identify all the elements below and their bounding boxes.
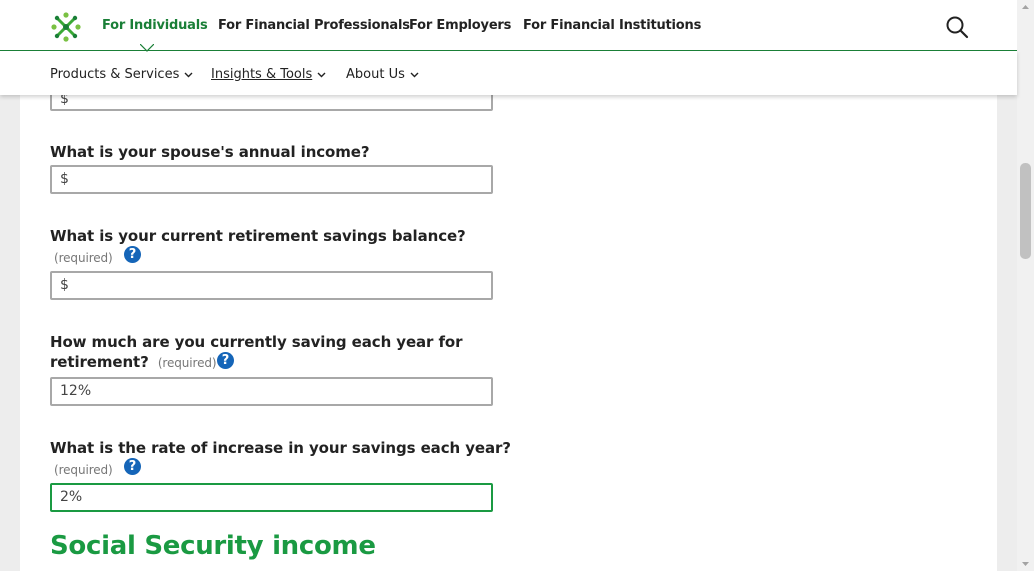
nav-for-financial-institutions[interactable]: For Financial Institutions bbox=[523, 18, 701, 33]
currency-prefix: $ bbox=[60, 171, 69, 187]
rate-increase-label: What is the rate of increase in your sav… bbox=[50, 439, 511, 457]
brand-logo-icon[interactable] bbox=[50, 11, 82, 43]
page-scrollbar[interactable] bbox=[1017, 0, 1034, 571]
currency-prefix: $ bbox=[60, 277, 69, 293]
rate-increase-field[interactable]: 2% bbox=[50, 483, 493, 512]
savings-balance-field[interactable]: $ bbox=[50, 271, 493, 300]
help-icon[interactable]: ? bbox=[217, 352, 234, 369]
help-icon[interactable]: ? bbox=[124, 246, 141, 263]
chevron-down-icon bbox=[317, 72, 326, 77]
spouse-income-field[interactable]: $ bbox=[50, 165, 493, 194]
annual-saving-label-line2: retirement? bbox=[50, 353, 149, 371]
scrollbar-thumb[interactable] bbox=[1020, 163, 1031, 259]
subnav-label: Insights & Tools bbox=[211, 67, 313, 82]
annual-saving-field[interactable]: 12% bbox=[50, 377, 493, 406]
subnav-products-services[interactable]: Products & Services bbox=[50, 67, 193, 82]
rate-increase-value: 2% bbox=[60, 489, 83, 505]
top-nav-bar: For Individuals For Financial Profession… bbox=[0, 0, 1017, 52]
subnav-label: About Us bbox=[346, 67, 405, 82]
annual-saving-label-cont: retirement? (required) bbox=[50, 352, 217, 373]
search-icon[interactable] bbox=[945, 15, 969, 39]
required-label: (required) bbox=[157, 356, 217, 370]
required-label: (required) bbox=[54, 463, 113, 477]
sub-nav-bar: Products & Services Insights & Tools Abo… bbox=[0, 51, 1017, 95]
annual-saving-label: How much are you currently saving each y… bbox=[50, 333, 463, 351]
scroll-up-icon[interactable] bbox=[1017, 0, 1034, 14]
nav-for-individuals[interactable]: For Individuals bbox=[102, 18, 208, 33]
section-title: Social Security income bbox=[50, 531, 376, 561]
help-icon[interactable]: ? bbox=[124, 458, 141, 475]
annual-saving-value: 12% bbox=[60, 383, 92, 399]
active-indicator-icon bbox=[140, 44, 154, 52]
nav-for-employers[interactable]: For Employers bbox=[409, 18, 511, 33]
spouse-income-label: What is your spouse's annual income? bbox=[50, 143, 370, 161]
scroll-down-icon[interactable] bbox=[1017, 557, 1034, 571]
required-label: (required) bbox=[54, 251, 113, 265]
chevron-down-icon bbox=[410, 72, 419, 77]
chevron-down-icon bbox=[184, 72, 193, 77]
savings-balance-label: What is your current retirement savings … bbox=[50, 227, 466, 245]
subnav-insights-tools[interactable]: Insights & Tools bbox=[211, 67, 326, 82]
nav-for-financial-professionals[interactable]: For Financial Professionals bbox=[218, 18, 410, 33]
subnav-about-us[interactable]: About Us bbox=[346, 67, 419, 82]
subnav-label: Products & Services bbox=[50, 67, 180, 82]
